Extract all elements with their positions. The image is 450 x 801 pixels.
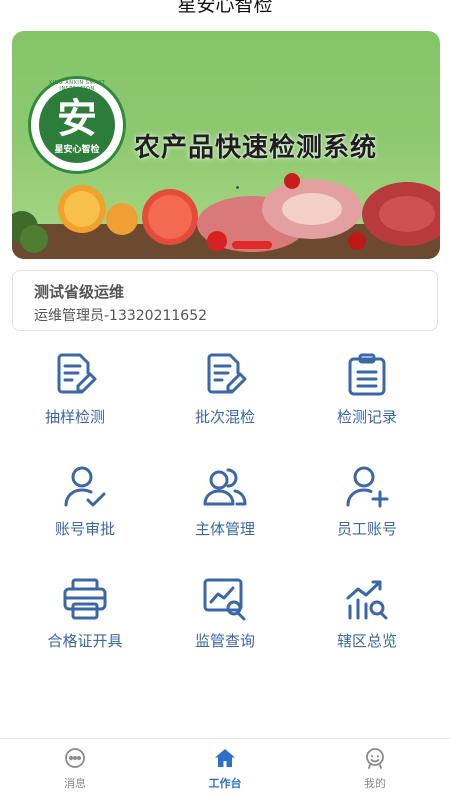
grid-item-records[interactable]: 检测记录 — [302, 352, 432, 442]
logo-glyph: 安 — [57, 95, 97, 142]
home-icon — [214, 747, 236, 769]
printer-icon — [62, 576, 108, 622]
grid-item-staff-accounts[interactable]: 员工账号 — [302, 464, 432, 554]
tab-workbench[interactable]: 工作台 — [180, 747, 270, 797]
grid-item-label: 批次混检 — [194, 408, 255, 426]
grid-item-label: 主体管理 — [194, 520, 255, 538]
grid-item-area-overview[interactable]: 辖区总览 — [302, 576, 432, 666]
logo-inner: 安 星安心智检 — [39, 87, 115, 163]
banner-title: 农产品快速检测系统 — [134, 133, 378, 163]
banner-food-image — [12, 173, 440, 259]
grid-item-label: 检测记录 — [336, 408, 397, 426]
chart-search-icon — [202, 576, 248, 622]
grid-item-label: 员工账号 — [336, 520, 397, 538]
tab-label: 消息 — [64, 777, 86, 790]
user-add-icon — [344, 464, 390, 510]
grid-item-label: 辖区总览 — [336, 632, 397, 650]
sampling-icon — [52, 352, 98, 398]
user-name: 测试省级运维 — [34, 283, 125, 301]
message-icon — [64, 747, 86, 769]
users-manage-icon — [202, 464, 248, 510]
grid-item-label: 合格证开具 — [47, 632, 123, 650]
logo-text: 星安心智检 — [54, 145, 100, 155]
user-info-card[interactable]: 测试省级运维 运维管理员-13320211652 — [12, 270, 438, 331]
app-title: 星安心智检 — [177, 0, 273, 16]
brand-logo: XING ANXIN SMART INSPECTION 安 星安心智检 — [28, 76, 126, 174]
area-overview-icon — [344, 576, 390, 622]
batch-test-icon — [202, 352, 248, 398]
tab-messages[interactable]: 消息 — [30, 747, 120, 797]
clipboard-record-icon — [344, 352, 390, 398]
grid-item-batch-test[interactable]: 批次混检 — [160, 352, 290, 442]
grid-item-label: 监管查询 — [194, 632, 255, 650]
grid-item-supervision-query[interactable]: 监管查询 — [160, 576, 290, 666]
banner[interactable]: XING ANXIN SMART INSPECTION 安 星安心智检 农产品快… — [12, 31, 440, 259]
grid-item-subject-management[interactable]: 主体管理 — [160, 464, 290, 554]
user-approve-icon — [62, 464, 108, 510]
grid-item-label: 账号审批 — [54, 520, 115, 538]
grid-item-certificate[interactable]: 合格证开具 — [20, 576, 150, 666]
grid-item-account-approval[interactable]: 账号审批 — [20, 464, 150, 554]
profile-icon — [364, 747, 386, 769]
tab-label: 工作台 — [208, 777, 242, 790]
grid-item-sampling[interactable]: 抽样检测 — [10, 352, 140, 442]
bottom-tab-bar: 消息 工作台 我的 — [0, 738, 450, 801]
tab-profile[interactable]: 我的 — [330, 747, 420, 797]
grid-item-label: 抽样检测 — [44, 408, 105, 426]
user-role: 运维管理员-13320211652 — [34, 308, 208, 324]
tab-label: 我的 — [364, 777, 386, 790]
carousel-indicator — [236, 186, 239, 189]
